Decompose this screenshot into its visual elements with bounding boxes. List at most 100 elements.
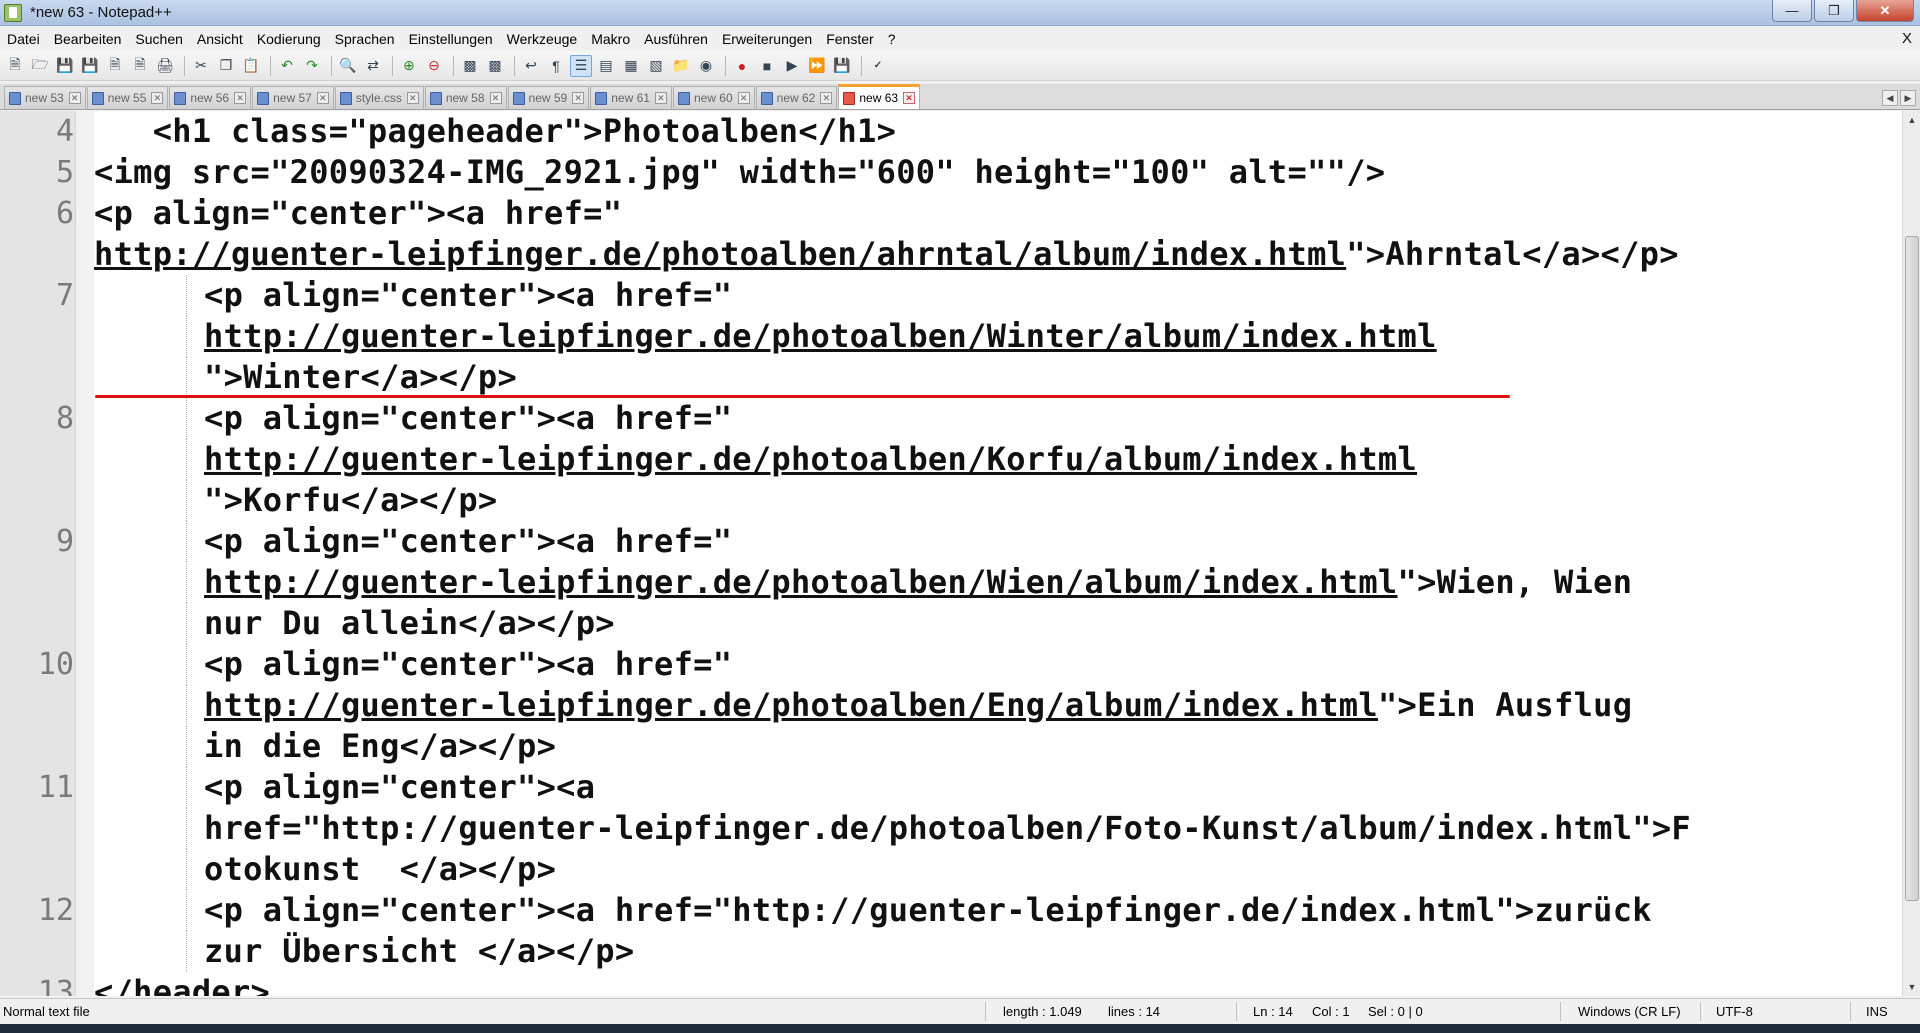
show-all-characters-icon[interactable]: ¶ [545,55,567,77]
close-tab-icon[interactable]: ✕ [234,92,247,104]
tab-document[interactable]: new 56 ✕ [169,86,252,109]
menu-item[interactable]: Makro [584,31,637,47]
url-link[interactable]: http://guenter-leipfinger.de/photoalben/… [204,686,1378,724]
save-macro-icon[interactable]: 💾 [831,55,853,77]
run-macro-multiple-icon[interactable]: ⏩ [806,55,828,77]
open-file-icon[interactable]: 🗁 [29,55,51,77]
print-icon[interactable]: 🖨 [154,55,176,77]
menu-item[interactable]: Kodierung [250,31,328,47]
menu-item[interactable]: ? [881,31,903,47]
zoom-in-icon[interactable]: ⊕ [398,55,420,77]
menu-item[interactable]: Suchen [128,31,189,47]
menu-item[interactable]: Einstellungen [402,31,500,47]
replace-icon[interactable]: ⇄ [362,55,384,77]
close-tab-icon[interactable]: ✕ [820,92,833,104]
close-tab-icon[interactable]: ✕ [316,92,329,104]
tab-document[interactable]: new 59 ✕ [507,86,590,109]
sync-vertical-icon[interactable]: ▩ [459,55,481,77]
tab-document[interactable]: new 63 ✕ [838,84,921,109]
save-all-icon[interactable]: 💾 [79,55,101,77]
close-tab-icon[interactable]: ✕ [903,92,916,104]
code-line[interactable]: 6 <p align="center"><a href=" [0,193,1900,234]
new-file-icon[interactable]: 🗎 [4,55,26,77]
tab-document[interactable]: new 61 ✕ [590,86,672,109]
function-list-icon[interactable]: ▧ [645,55,667,77]
tab-scroll-right-icon[interactable]: ▶ [1900,90,1916,106]
indent-guide-icon[interactable]: ☰ [570,54,592,77]
close-tab-icon[interactable]: ✕ [406,92,419,104]
editor-area[interactable]: 4 <h1 class="pageheader">Photoalben</h1>… [0,111,1920,996]
close-tab-icon[interactable]: ✕ [737,92,750,104]
document-map-icon[interactable]: ▦ [620,55,642,77]
code-line[interactable]: nur Du allein</a></p> [0,603,1900,644]
minimize-button[interactable]: — [1772,0,1812,22]
code-view[interactable]: 4 <h1 class="pageheader">Photoalben</h1>… [0,111,1900,996]
scroll-down-icon[interactable]: ▼ [1903,978,1920,996]
play-macro-icon[interactable]: ▶ [781,55,803,77]
code-line[interactable]: http://guenter-leipfinger.de/photoalben/… [0,316,1900,357]
monitoring-icon[interactable]: ◉ [695,55,717,77]
tab-document[interactable]: new 55 ✕ [86,86,169,109]
paste-icon[interactable]: 📋 [240,55,262,77]
stop-macro-icon[interactable]: ■ [756,55,778,77]
code-line[interactable]: 13 </header> [0,972,1900,996]
cut-icon[interactable]: ✂ [190,55,212,77]
tab-document[interactable]: new 60 ✕ [672,86,755,109]
scroll-up-icon[interactable]: ▲ [1903,111,1920,129]
code-line[interactable]: http://guenter-leipfinger.de/photoalben/… [0,439,1900,480]
close-all-icon[interactable]: 🗎 [129,55,151,77]
record-macro-icon[interactable]: ● [731,55,753,77]
scrollbar-thumb[interactable] [1905,236,1919,901]
tab-document[interactable]: style.css ✕ [334,86,424,109]
tab-scroll-left-icon[interactable]: ◀ [1882,90,1898,106]
url-link[interactable]: http://guenter-leipfinger.de/photoalben/… [204,440,1417,478]
user-language-icon[interactable]: ▤ [595,55,617,77]
menu-item[interactable]: Sprachen [328,31,402,47]
maximize-button[interactable]: ❐ [1814,0,1854,22]
code-line[interactable]: 7 <p align="center"><a href=" [0,275,1900,316]
code-line[interactable]: ">Winter</a></p> [0,357,1900,398]
find-icon[interactable]: 🔍 [337,55,359,77]
vertical-scrollbar[interactable]: ▲ ▼ [1902,111,1920,996]
code-line[interactable]: 4 <h1 class="pageheader">Photoalben</h1> [0,111,1900,152]
code-line[interactable]: http://guenter-leipfinger.de/photoalben/… [0,562,1900,603]
menu-item[interactable]: Datei [0,31,47,47]
menu-item[interactable]: Erweiterungen [715,31,819,47]
folder-workspace-icon[interactable]: 📁 [670,55,692,77]
close-document-button[interactable]: X [1902,30,1912,47]
menu-item[interactable]: Bearbeiten [47,31,129,47]
code-line[interactable]: ">Korfu</a></p> [0,480,1900,521]
close-button[interactable]: ✕ [1856,0,1914,22]
close-file-icon[interactable]: 🗎 [104,55,126,77]
close-tab-icon[interactable]: ✕ [572,92,585,104]
code-line[interactable]: href="http://guenter-leipfinger.de/photo… [0,808,1900,849]
word-wrap-icon[interactable]: ↩ [520,55,542,77]
save-icon[interactable]: 💾 [54,55,76,77]
menu-item[interactable]: Ansicht [190,31,250,47]
undo-icon[interactable]: ↶ [276,55,298,77]
zoom-out-icon[interactable]: ⊖ [423,55,445,77]
menu-item[interactable]: Fenster [819,31,880,47]
redo-icon[interactable]: ↷ [301,55,323,77]
notepadpp-app-icon[interactable] [4,3,22,22]
code-line[interactable]: 9 <p align="center"><a href=" [0,521,1900,562]
url-link[interactable]: http://guenter-leipfinger.de/photoalben/… [204,563,1398,601]
sync-horizontal-icon[interactable]: ▩ [484,55,506,77]
code-line[interactable]: 12 <p align="center"><a href="http://guen… [0,890,1900,931]
tab-document[interactable]: new 62 ✕ [755,86,838,109]
code-line[interactable]: zur Übersicht </a></p> [0,931,1900,972]
spell-check-icon[interactable]: ✓ [867,55,889,77]
close-tab-icon[interactable]: ✕ [68,92,81,104]
menu-item[interactable]: Werkzeuge [500,31,585,47]
code-line[interactable]: otokunst </a></p> [0,849,1900,890]
code-line[interactable]: 11 <p align="center"><a [0,767,1900,808]
tab-document[interactable]: new 58 ✕ [424,86,507,109]
tab-document[interactable]: new 53 ✕ [4,86,86,109]
close-tab-icon[interactable]: ✕ [654,92,667,104]
close-tab-icon[interactable]: ✕ [151,92,164,104]
copy-icon[interactable]: ❐ [215,55,237,77]
code-line[interactable]: 8 <p align="center"><a href=" [0,398,1900,439]
code-line[interactable]: in die Eng</a></p> [0,726,1900,767]
menu-item[interactable]: Ausführen [637,31,715,47]
url-link[interactable]: http://guenter-leipfinger.de/photoalben/… [94,235,1346,273]
